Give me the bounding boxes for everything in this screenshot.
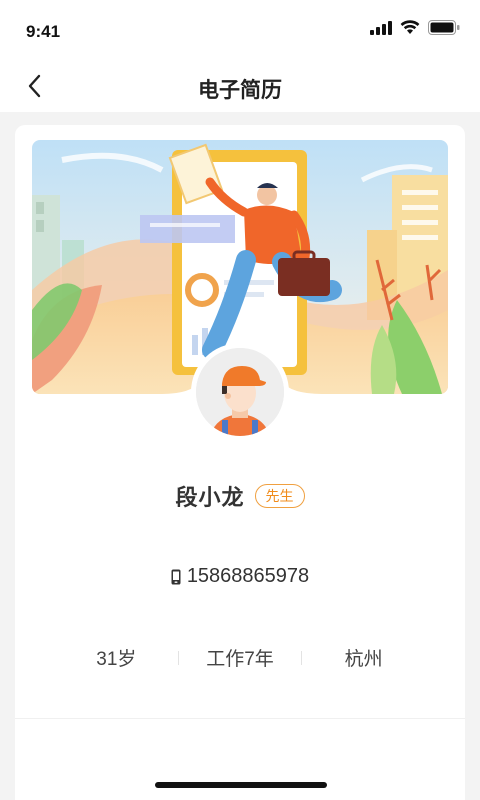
candidate-name: 段小龙 <box>175 485 245 510</box>
signal-icon <box>370 20 392 35</box>
name-row: 段小龙 先生 <box>15 480 465 512</box>
phone-row[interactable]: 15868865978 <box>15 565 465 588</box>
mobile-phone-icon <box>171 569 181 584</box>
page-title: 电子简历 <box>198 79 282 102</box>
phone-number[interactable]: 15868865978 <box>187 565 309 588</box>
avatar-frame <box>191 343 289 441</box>
home-indicator <box>155 782 327 788</box>
section-divider <box>15 718 465 719</box>
status-time: 9:41 <box>26 22 61 41</box>
nav-bar: 电子简历 <box>0 60 480 112</box>
gender-badge: 先生 <box>254 484 305 508</box>
experience-label: 工作7年 <box>206 649 274 670</box>
resume-card: 段小龙 先生 15868865978 31岁 工作7年 杭州 <box>15 125 465 800</box>
wifi-icon <box>400 20 420 34</box>
battery-icon <box>428 20 460 35</box>
city-label: 杭州 <box>344 649 383 670</box>
info-row: 31岁 工作7年 杭州 <box>55 644 425 671</box>
avatar[interactable] <box>196 348 284 436</box>
status-bar: 9:41 <box>0 0 480 60</box>
age-label: 31岁 <box>96 649 137 670</box>
status-icons <box>370 20 460 35</box>
